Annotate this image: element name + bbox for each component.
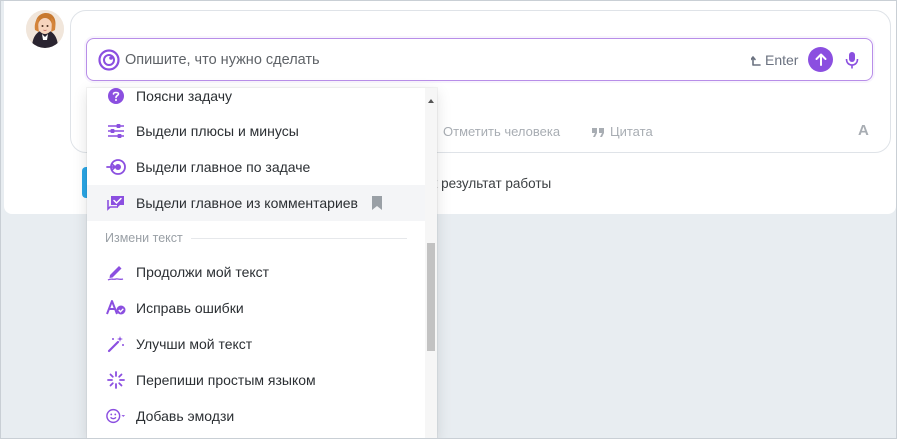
- microphone-icon: [845, 52, 859, 69]
- quote-button[interactable]: Цитата: [591, 124, 653, 139]
- mark-person-button[interactable]: Отметить человека: [443, 124, 560, 139]
- bookmark-icon[interactable]: [370, 195, 384, 211]
- menu-item-simplify-text[interactable]: Перепиши простым языком: [87, 362, 425, 398]
- microphone-button[interactable]: [844, 49, 860, 71]
- menu-item-label: Улучши мой текст: [136, 336, 253, 352]
- menu-item-label: Продолжи мой текст: [136, 264, 270, 280]
- sliders-icon: [106, 122, 126, 140]
- quote-label: Цитата: [610, 124, 653, 139]
- scrollbar-thumb[interactable]: [427, 243, 435, 351]
- return-key-icon: [751, 56, 761, 66]
- menu-item-improve-text[interactable]: Улучши мой текст: [87, 326, 425, 362]
- menu-item-label: Выдели плюсы и минусы: [136, 123, 299, 139]
- sparkle-icon: [106, 371, 126, 389]
- menu-item-add-emoji[interactable]: Добавь эмодзи: [87, 398, 425, 434]
- menu-item-pros-cons[interactable]: Выдели плюсы и минусы: [87, 113, 425, 149]
- text-format-button[interactable]: A: [858, 122, 869, 139]
- menu-item-continue-text[interactable]: Продолжи мой текст: [87, 254, 425, 290]
- menu-item-comments-main-points[interactable]: Выдели главное из комментариев: [87, 185, 425, 221]
- pen-icon: [106, 263, 126, 281]
- prompt-input-box[interactable]: Enter: [86, 38, 873, 81]
- menu-item-explain-task[interactable]: Поясни задачу: [87, 88, 425, 114]
- prompt-input[interactable]: [125, 49, 685, 71]
- menu-item-fix-errors[interactable]: Исправь ошибки: [87, 290, 425, 326]
- quote-icon: [592, 127, 604, 137]
- comments-icon: [106, 194, 126, 212]
- arrow-up-icon: [815, 53, 826, 66]
- spellcheck-icon: [106, 299, 126, 317]
- magic-wand-icon: [106, 335, 126, 353]
- section-divider: [191, 238, 407, 239]
- menu-item-label: Выдели главное из комментариев: [136, 195, 358, 211]
- mark-person-label: Отметить человека: [443, 124, 561, 139]
- question-icon: [106, 88, 126, 105]
- menu-item-label: Перепиши простым языком: [136, 372, 316, 388]
- send-button[interactable]: [808, 47, 833, 72]
- scroll-up-arrow-icon[interactable]: [428, 91, 434, 103]
- brand-logo-icon: [98, 49, 120, 71]
- result-text: ак результат работы: [424, 176, 552, 191]
- menu-item-task-main-points[interactable]: Выдели главное по задаче: [87, 149, 425, 185]
- menu-item-label: Добавь эмодзи: [136, 408, 235, 424]
- target-arrow-icon: [106, 158, 126, 176]
- section-title: Измени текст: [105, 231, 183, 245]
- ai-actions-dropdown: Поясни задачу Выдели плюсы и минусы Выде…: [87, 88, 437, 439]
- enter-hint: Enter: [751, 50, 798, 70]
- menu-item-label: Поясни задачу: [136, 88, 233, 104]
- user-avatar[interactable]: [26, 10, 64, 48]
- menu-item-label: Выдели главное по задаче: [136, 159, 311, 175]
- menu-item-label: Исправь ошибки: [136, 300, 244, 316]
- emoji-icon: [106, 407, 126, 425]
- enter-hint-label: Enter: [765, 52, 799, 68]
